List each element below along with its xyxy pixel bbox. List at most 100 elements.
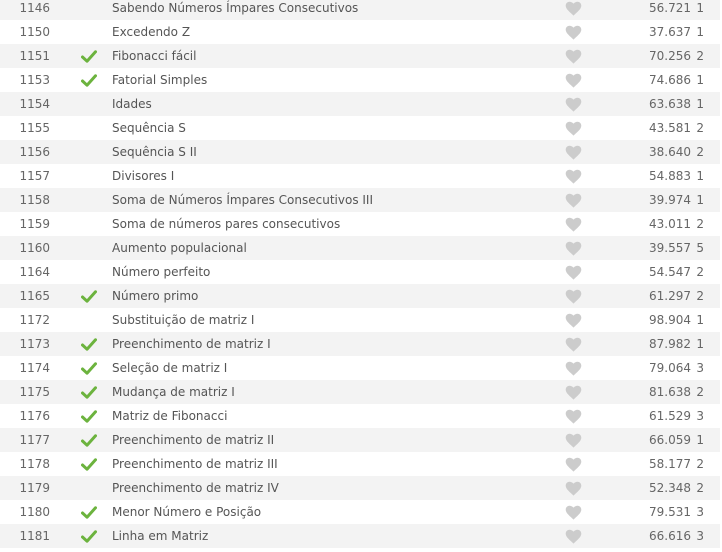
problem-id[interactable]: 1178 [0, 452, 50, 476]
heart-icon[interactable] [565, 500, 583, 524]
heart-icon[interactable] [565, 428, 583, 452]
problem-name-link[interactable]: Preenchimento de matriz IV [112, 476, 552, 500]
problem-id[interactable]: 1154 [0, 92, 50, 116]
heart-icon[interactable] [565, 236, 583, 260]
problem-id[interactable]: 1151 [0, 44, 50, 68]
solved-count: 70.256 [649, 49, 691, 63]
problem-name-link[interactable]: Soma de Números Ímpares Consecutivos III [112, 188, 552, 212]
problem-name-link[interactable]: Sabendo Números Ímpares Consecutivos [112, 0, 552, 20]
heart-icon[interactable] [565, 404, 583, 428]
problem-row[interactable]: 1153 Fatorial Simples 74.686 1 [0, 68, 720, 92]
problem-id[interactable]: 1173 [0, 332, 50, 356]
problem-row[interactable]: 1159 Soma de números pares consecutivos 43… [0, 212, 720, 236]
problem-name-link[interactable]: Excedendo Z [112, 20, 552, 44]
problem-id[interactable]: 1156 [0, 140, 50, 164]
problem-id[interactable]: 1153 [0, 68, 50, 92]
problem-id[interactable]: 1177 [0, 428, 50, 452]
problem-row[interactable]: 1174 Seleção de matriz I 79.064 3 [0, 356, 720, 380]
problem-id[interactable]: 1155 [0, 116, 50, 140]
problem-name-link[interactable]: Menor Número e Posição [112, 500, 552, 524]
problem-row[interactable]: 1178 Preenchimento de matriz III 58.177 2 [0, 452, 720, 476]
problem-row[interactable]: 1146 Sabendo Números Ímpares Consecutivos… [0, 0, 720, 20]
problem-id[interactable]: 1172 [0, 308, 50, 332]
problem-row[interactable]: 1180 Menor Número e Posição 79.531 3 [0, 500, 720, 524]
heart-icon[interactable] [565, 356, 583, 380]
problem-name-link[interactable]: Fibonacci fácil [112, 44, 552, 68]
problem-row[interactable]: 1173 Preenchimento de matriz I 87.982 1 [0, 332, 720, 356]
problem-name-link[interactable]: Sequência S II [112, 140, 552, 164]
heart-icon[interactable] [565, 284, 583, 308]
problem-name-link[interactable]: Preenchimento de matriz II [112, 428, 552, 452]
problem-name-link[interactable]: Divisores I [112, 164, 552, 188]
problem-name-link[interactable]: Linha em Matriz [112, 524, 552, 548]
heart-icon[interactable] [565, 164, 583, 188]
check-icon [80, 356, 98, 380]
problem-id[interactable]: 1164 [0, 260, 50, 284]
heart-icon[interactable] [565, 476, 583, 500]
difficulty-level: 2 [696, 121, 704, 135]
problem-id[interactable]: 1179 [0, 476, 50, 500]
heart-icon[interactable] [565, 188, 583, 212]
heart-icon[interactable] [565, 0, 583, 20]
problem-row[interactable]: 1176 Matriz de Fibonacci 61.529 3 [0, 404, 720, 428]
problem-row[interactable]: 1160 Aumento populacional 39.557 5 [0, 236, 720, 260]
problem-name-link[interactable]: Matriz de Fibonacci [112, 404, 552, 428]
problem-name-link[interactable]: Preenchimento de matriz I [112, 332, 552, 356]
difficulty-level: 1 [696, 313, 704, 327]
problem-id[interactable]: 1176 [0, 404, 50, 428]
problem-id[interactable]: 1174 [0, 356, 50, 380]
problem-row[interactable]: 1181 Linha em Matriz 66.616 3 [0, 524, 720, 548]
problem-row[interactable]: 1164 Número perfeito 54.547 2 [0, 260, 720, 284]
heart-icon[interactable] [565, 44, 583, 68]
problem-id[interactable]: 1159 [0, 212, 50, 236]
problem-row[interactable]: 1150 Excedendo Z 37.637 1 [0, 20, 720, 44]
problem-row[interactable]: 1156 Sequência S II 38.640 2 [0, 140, 720, 164]
problem-id[interactable]: 1181 [0, 524, 50, 548]
difficulty-level: 1 [696, 169, 704, 183]
problem-id[interactable]: 1175 [0, 380, 50, 404]
problem-row[interactable]: 1172 Substituição de matriz I 98.904 1 [0, 308, 720, 332]
solved-count: 66.059 [649, 433, 691, 447]
problem-id[interactable]: 1160 [0, 236, 50, 260]
difficulty-level: 2 [696, 457, 704, 471]
problem-row[interactable]: 1154 Idades 63.638 1 [0, 92, 720, 116]
problem-name-link[interactable]: Substituição de matriz I [112, 308, 552, 332]
problem-id[interactable]: 1157 [0, 164, 50, 188]
heart-icon[interactable] [565, 92, 583, 116]
problem-name-link[interactable]: Número perfeito [112, 260, 552, 284]
problem-id[interactable]: 1150 [0, 20, 50, 44]
heart-icon[interactable] [565, 212, 583, 236]
heart-icon[interactable] [565, 380, 583, 404]
heart-icon[interactable] [565, 140, 583, 164]
heart-icon[interactable] [565, 332, 583, 356]
solved-count: 61.529 [649, 409, 691, 423]
problem-row[interactable]: 1165 Número primo 61.297 2 [0, 284, 720, 308]
problem-row[interactable]: 1179 Preenchimento de matriz IV 52.348 2 [0, 476, 720, 500]
problem-row[interactable]: 1151 Fibonacci fácil 70.256 2 [0, 44, 720, 68]
problem-row[interactable]: 1175 Mudança de matriz I 81.638 2 [0, 380, 720, 404]
heart-icon[interactable] [565, 308, 583, 332]
heart-icon[interactable] [565, 68, 583, 92]
heart-icon[interactable] [565, 260, 583, 284]
problem-id[interactable]: 1165 [0, 284, 50, 308]
problem-id[interactable]: 1158 [0, 188, 50, 212]
problem-name-link[interactable]: Seleção de matriz I [112, 356, 552, 380]
problem-row[interactable]: 1158 Soma de Números Ímpares Consecutivos… [0, 188, 720, 212]
problem-name-link[interactable]: Número primo [112, 284, 552, 308]
problem-row[interactable]: 1155 Sequência S 43.581 2 [0, 116, 720, 140]
problem-id[interactable]: 1146 [0, 0, 50, 20]
problem-name-link[interactable]: Sequência S [112, 116, 552, 140]
problem-name-link[interactable]: Aumento populacional [112, 236, 552, 260]
problem-name-link[interactable]: Fatorial Simples [112, 68, 552, 92]
heart-icon[interactable] [565, 524, 583, 548]
heart-icon[interactable] [565, 452, 583, 476]
problem-row[interactable]: 1177 Preenchimento de matriz II 66.059 1 [0, 428, 720, 452]
problem-name-link[interactable]: Idades [112, 92, 552, 116]
problem-name-link[interactable]: Preenchimento de matriz III [112, 452, 552, 476]
problem-name-link[interactable]: Mudança de matriz I [112, 380, 552, 404]
heart-icon[interactable] [565, 20, 583, 44]
problem-name-link[interactable]: Soma de números pares consecutivos [112, 212, 552, 236]
heart-icon[interactable] [565, 116, 583, 140]
problem-row[interactable]: 1157 Divisores I 54.883 1 [0, 164, 720, 188]
problem-id[interactable]: 1180 [0, 500, 50, 524]
